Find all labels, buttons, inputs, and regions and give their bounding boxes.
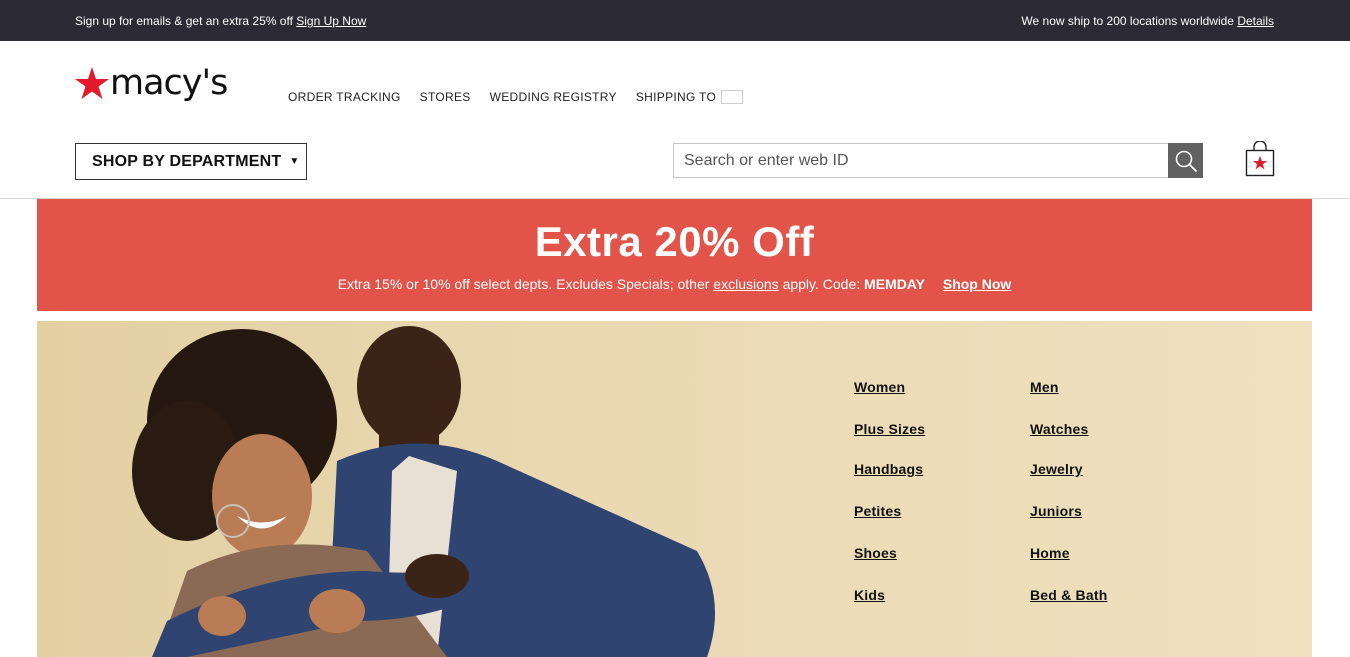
shipping-promo-text: We now ship to 200 locations worldwide bbox=[1021, 14, 1234, 28]
shop-now-link[interactable]: Shop Now bbox=[943, 276, 1011, 292]
category-bed-bath[interactable]: Bed & Bath bbox=[1030, 587, 1107, 603]
search-button[interactable] bbox=[1168, 143, 1203, 178]
stores-link[interactable]: STORES bbox=[420, 90, 471, 104]
email-promo-text: Sign up for emails & get an extra 25% of… bbox=[75, 14, 293, 28]
hero-section: Women Plus Sizes Handbags Petites Shoes … bbox=[37, 321, 1312, 657]
shop-by-department-label: SHOP BY DEPARTMENT bbox=[92, 152, 282, 170]
shipping-promo: We now ship to 200 locations worldwide D… bbox=[1021, 14, 1274, 28]
category-jewelry[interactable]: Jewelry bbox=[1030, 461, 1083, 477]
promo-headline: Extra 20% Off bbox=[534, 218, 815, 265]
order-tracking-link[interactable]: ORDER TRACKING bbox=[288, 90, 401, 104]
utility-nav: ORDER TRACKING STORES WEDDING REGISTRY S… bbox=[288, 90, 781, 104]
macys-logo[interactable]: macy's bbox=[75, 63, 228, 112]
promo-sub-before: Extra 15% or 10% off select depts. Exclu… bbox=[337, 276, 710, 292]
shopping-bag-button[interactable] bbox=[1244, 140, 1276, 179]
category-petites[interactable]: Petites bbox=[854, 503, 901, 519]
promo-sub-after: apply. Code: bbox=[782, 276, 861, 292]
sign-up-now-link[interactable]: Sign Up Now bbox=[296, 14, 366, 28]
exclusions-link[interactable]: exclusions bbox=[713, 276, 778, 292]
category-kids[interactable]: Kids bbox=[854, 587, 885, 603]
category-juniors[interactable]: Juniors bbox=[1030, 503, 1082, 519]
details-link[interactable]: Details bbox=[1237, 14, 1274, 28]
shopping-bag-icon bbox=[1245, 140, 1275, 177]
category-home[interactable]: Home bbox=[1030, 545, 1070, 561]
hero-couple-image[interactable] bbox=[37, 321, 737, 657]
category-women[interactable]: Women bbox=[854, 379, 905, 395]
wedding-registry-link[interactable]: WEDDING REGISTRY bbox=[490, 90, 617, 104]
promo-code: MEMDAY bbox=[864, 276, 925, 292]
bulgaria-flag-icon bbox=[721, 90, 744, 104]
search-input[interactable] bbox=[673, 143, 1169, 178]
category-plus-sizes[interactable]: Plus Sizes bbox=[854, 421, 925, 437]
macys-star-icon bbox=[75, 67, 109, 99]
category-handbags[interactable]: Handbags bbox=[854, 461, 923, 477]
promo-banner[interactable]: Extra 20% Off Extra 15% or 10% off selec… bbox=[37, 199, 1312, 311]
shipping-to-label: SHIPPING TO bbox=[635, 90, 717, 104]
category-watches[interactable]: Watches bbox=[1030, 421, 1088, 437]
logo-wordmark: macy's bbox=[110, 63, 228, 103]
category-shoes[interactable]: Shoes bbox=[854, 545, 897, 561]
top-promo-bar: Sign up for emails & get an extra 25% of… bbox=[0, 0, 1350, 41]
shipping-to-selector[interactable]: SHIPPING TO bbox=[636, 90, 762, 104]
email-signup-promo: Sign up for emails & get an extra 25% of… bbox=[75, 14, 366, 28]
category-men[interactable]: Men bbox=[1030, 379, 1059, 395]
search-icon bbox=[1175, 150, 1197, 172]
caret-down-icon: ▼ bbox=[289, 156, 300, 167]
shop-by-department-button[interactable]: SHOP BY DEPARTMENT ▼ bbox=[75, 143, 307, 180]
promo-subtext: Extra 15% or 10% off select depts. Exclu… bbox=[37, 276, 1312, 292]
